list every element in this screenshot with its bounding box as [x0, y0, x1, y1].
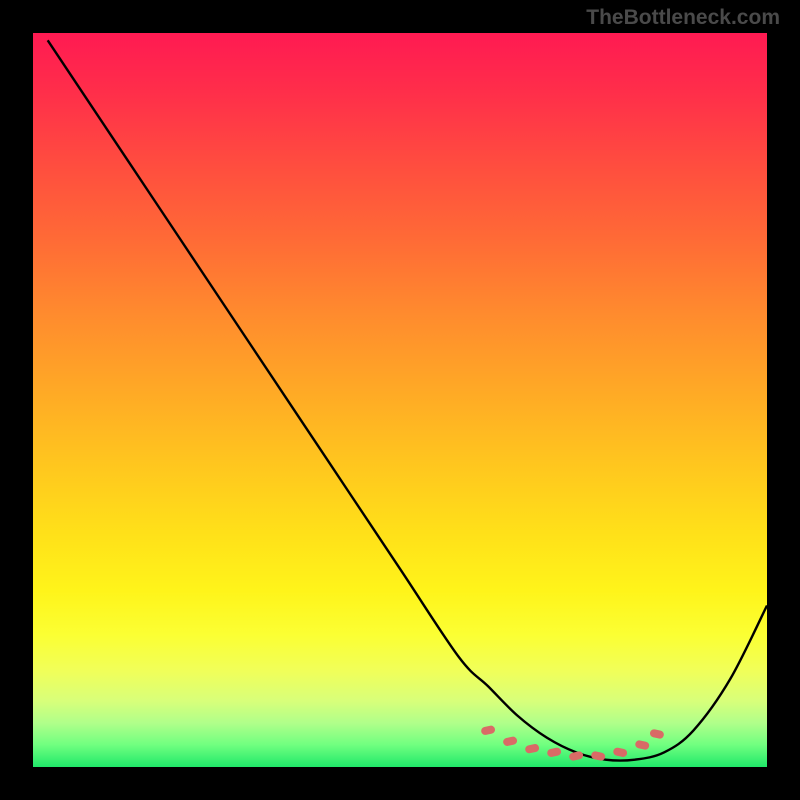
- trough-marker: [591, 751, 606, 762]
- bottleneck-curve-line: [48, 40, 767, 760]
- trough-marker: [568, 751, 583, 762]
- trough-marker: [613, 747, 628, 758]
- trough-marker: [649, 729, 664, 740]
- trough-markers: [480, 725, 664, 761]
- trough-marker: [635, 740, 650, 751]
- watermark-text: TheBottleneck.com: [586, 6, 780, 30]
- chart-plot-area: [33, 33, 767, 767]
- trough-marker: [480, 725, 495, 736]
- chart-svg: [33, 33, 767, 767]
- trough-marker: [546, 747, 561, 758]
- trough-marker: [524, 743, 539, 754]
- trough-marker: [502, 736, 517, 747]
